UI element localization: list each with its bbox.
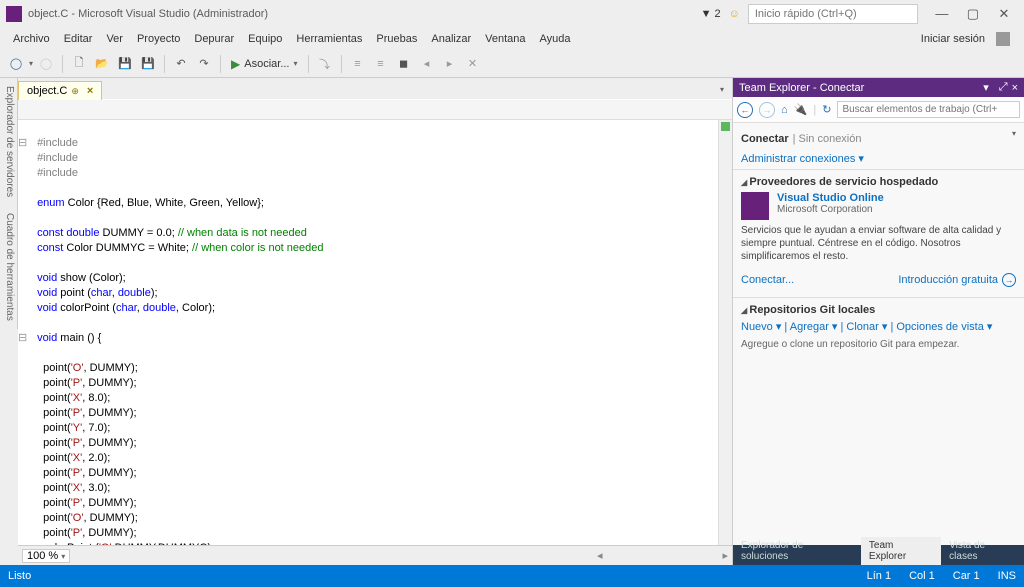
- play-icon: ▶: [231, 57, 240, 71]
- notification-flag[interactable]: ▼ 2: [701, 8, 721, 20]
- status-ins: INS: [998, 570, 1016, 582]
- solution-explorer-tab[interactable]: Explorador de soluciones: [733, 537, 861, 565]
- git-hint: Agregue o clone un repositorio Git para …: [741, 339, 1016, 350]
- menu-archivo[interactable]: Archivo: [6, 33, 57, 45]
- menu-ayuda[interactable]: Ayuda: [533, 33, 578, 45]
- panel-dropdown-icon[interactable]: ▾: [983, 81, 989, 94]
- refresh-icon[interactable]: ↻: [822, 103, 831, 116]
- save-all-icon[interactable]: 💾: [138, 54, 158, 74]
- close-button[interactable]: ✕: [990, 6, 1018, 22]
- avatar-icon: [996, 32, 1010, 46]
- menu-herramientas[interactable]: Herramientas: [289, 33, 369, 45]
- vs-logo-icon: [6, 6, 22, 22]
- status-ready: Listo: [8, 570, 31, 582]
- file-tab-objectc[interactable]: object.C ⊕ ×: [18, 81, 102, 100]
- te-menu-icon[interactable]: ▾: [1012, 129, 1016, 138]
- hosted-providers-header[interactable]: Proveedores de servicio hospedado: [741, 176, 1016, 188]
- step-icon[interactable]: ⤵: [315, 54, 335, 74]
- status-line: Lín 1: [867, 570, 891, 582]
- menu-pruebas[interactable]: Pruebas: [369, 33, 424, 45]
- menu-bar: Archivo Editar Ver Proyecto Depurar Equi…: [0, 28, 1024, 50]
- menu-ventana[interactable]: Ventana: [478, 33, 532, 45]
- prev-bookmark-icon[interactable]: ◂: [417, 54, 437, 74]
- menu-proyecto[interactable]: Proyecto: [130, 33, 187, 45]
- vso-corp: Microsoft Corporation: [777, 204, 884, 215]
- attach-button[interactable]: ▶Asociar...▾: [227, 57, 302, 71]
- menu-depurar[interactable]: Depurar: [187, 33, 241, 45]
- file-tab-label: object.C: [27, 85, 67, 97]
- work-item-search[interactable]: [837, 101, 1020, 118]
- git-actions[interactable]: Nuevo ▾ | Agregar ▾ | Clonar ▾ | Opcione…: [741, 320, 1016, 333]
- menu-editar[interactable]: Editar: [57, 33, 100, 45]
- window-title: object.C - Microsoft Visual Studio (Admi…: [28, 8, 701, 20]
- close-tab-icon[interactable]: ×: [87, 85, 93, 97]
- connect-icon[interactable]: 🔌: [794, 103, 808, 116]
- sign-in-link[interactable]: Iniciar sesión: [914, 32, 1018, 46]
- open-icon[interactable]: 📂: [92, 54, 112, 74]
- manage-connections-link[interactable]: Administrar conexiones ▾: [733, 148, 872, 169]
- nav-bar[interactable]: [18, 100, 732, 120]
- next-bookmark-icon[interactable]: ▸: [440, 54, 460, 74]
- vso-description: Servicios que le ayudan a enviar softwar…: [741, 224, 1016, 263]
- quick-launch-input[interactable]: [748, 4, 918, 24]
- menu-ver[interactable]: Ver: [99, 33, 130, 45]
- connect-link[interactable]: Conectar...: [741, 270, 802, 290]
- tab-dropdown-icon[interactable]: ▾: [712, 79, 732, 99]
- split-handle-icon[interactable]: [721, 122, 730, 131]
- maximize-button[interactable]: ▢: [959, 6, 987, 22]
- nav-back-icon[interactable]: ◯: [6, 54, 26, 74]
- outline-margin[interactable]: ⊟ ⊟: [18, 120, 32, 545]
- toolbox-tab[interactable]: Cuadro de herramientas: [0, 205, 18, 329]
- panel-pin-icon[interactable]: ⤢: [999, 81, 1008, 94]
- nav-fwd-icon[interactable]: ◯: [36, 54, 56, 74]
- undo-icon[interactable]: ↶: [171, 54, 191, 74]
- clear-bookmark-icon[interactable]: ✕: [463, 54, 483, 74]
- minimize-button[interactable]: —: [928, 6, 956, 21]
- status-bar: Listo Lín 1 Col 1 Car 1 INS: [0, 565, 1024, 587]
- scroll-right-icon[interactable]: ▸: [722, 549, 728, 562]
- uncomment-icon[interactable]: ≡: [371, 54, 391, 74]
- team-explorer-tab[interactable]: Team Explorer: [861, 537, 941, 565]
- comment-icon[interactable]: ≡: [348, 54, 368, 74]
- vso-icon: [741, 192, 769, 220]
- new-project-icon[interactable]: 🗋: [69, 54, 89, 74]
- server-explorer-tab[interactable]: Explorador de servidores: [0, 78, 18, 205]
- pin-icon[interactable]: ⊕: [71, 86, 79, 97]
- status-char: Car 1: [953, 570, 980, 582]
- vso-link[interactable]: Visual Studio Online: [777, 192, 884, 204]
- menu-equipo[interactable]: Equipo: [241, 33, 289, 45]
- bookmark-icon[interactable]: ◼: [394, 54, 414, 74]
- save-icon[interactable]: 💾: [115, 54, 135, 74]
- back-icon[interactable]: ←: [737, 102, 753, 118]
- panel-close-icon[interactable]: ×: [1012, 82, 1018, 94]
- home-icon[interactable]: ⌂: [781, 104, 788, 116]
- fwd-icon[interactable]: →: [759, 102, 775, 118]
- class-view-tab[interactable]: Vista de clases: [941, 537, 1024, 565]
- te-page-title: Conectar | Sin conexión ▾: [733, 123, 1024, 148]
- intro-link[interactable]: Introducción gratuita→: [890, 269, 1016, 291]
- redo-icon[interactable]: ↷: [194, 54, 214, 74]
- menu-analizar[interactable]: Analizar: [424, 33, 478, 45]
- scroll-left-icon[interactable]: ◂: [597, 549, 603, 562]
- scrollbar-v[interactable]: [718, 120, 732, 545]
- code-editor[interactable]: #include #include #include enum Color {R…: [32, 120, 718, 545]
- team-explorer-title: Team Explorer - Conectar ▾ ⤢ ×: [733, 78, 1024, 97]
- status-col: Col 1: [909, 570, 935, 582]
- main-toolbar: ◯▾ ◯ 🗋 📂 💾 💾 ↶ ↷ ▶Asociar...▾ ⤵ ≡ ≡ ◼ ◂ …: [0, 50, 1024, 78]
- arrow-icon: →: [1002, 273, 1016, 287]
- feedback-icon[interactable]: ☺: [729, 8, 740, 20]
- local-git-header[interactable]: Repositorios Git locales: [741, 304, 1016, 316]
- zoom-combo[interactable]: 100 % ▾: [22, 549, 70, 563]
